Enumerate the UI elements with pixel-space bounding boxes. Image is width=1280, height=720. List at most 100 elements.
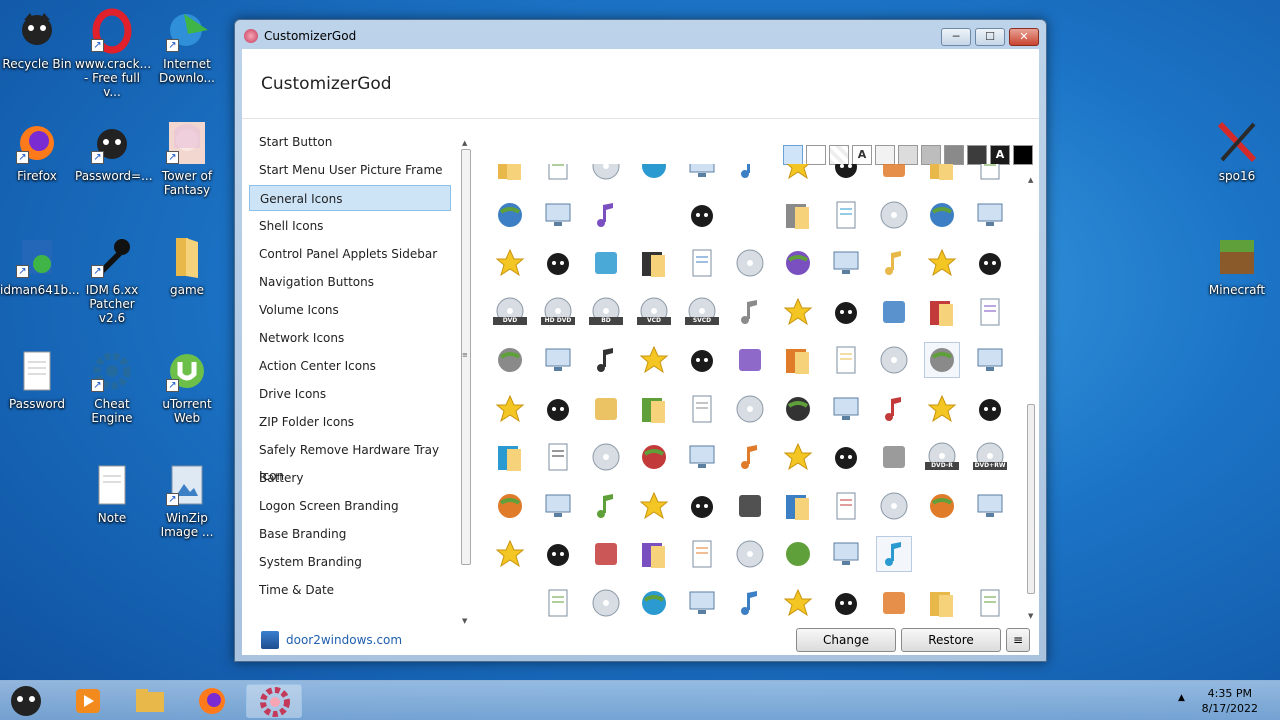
options-menu-button[interactable]: ≡ [1006, 628, 1030, 652]
globe-icon[interactable] [781, 392, 815, 426]
cat-icon[interactable] [541, 246, 575, 280]
globe-icon[interactable] [493, 198, 527, 232]
disc-icon[interactable] [733, 246, 767, 280]
cat-icon[interactable] [829, 295, 863, 329]
desktop-icon-internet-download[interactable]: ↗ Internet Downlo... [150, 8, 224, 85]
door2windows-link[interactable]: door2windows.com [286, 633, 402, 647]
disc-icon[interactable] [589, 440, 623, 474]
scroll-up-icon[interactable]: ▲ [462, 139, 467, 147]
monitor-icon[interactable] [685, 164, 719, 183]
swatch-gray-2[interactable] [921, 145, 941, 165]
desktop-icon-recycle-bin[interactable]: Recycle Bin [0, 8, 74, 71]
doc-icon[interactable] [829, 198, 863, 232]
nav-item-network-icons[interactable]: Network Icons [249, 325, 451, 351]
desktop-icon-idm-patcher[interactable]: ↗ IDM 6.xx Patcher v2.6 [75, 234, 149, 325]
desktop-icon-tower-of-fantasy[interactable]: ↗ Tower of Fantasy [150, 120, 224, 197]
start-button[interactable] [4, 684, 48, 718]
music-icon[interactable] [733, 295, 767, 329]
folder-icon[interactable] [925, 164, 959, 183]
music-icon[interactable] [733, 586, 767, 620]
star-icon[interactable] [493, 537, 527, 571]
music-icon[interactable] [589, 343, 623, 377]
doc-icon[interactable] [829, 343, 863, 377]
globe-icon[interactable] [637, 440, 671, 474]
monitor-icon[interactable] [541, 198, 575, 232]
desktop-icon-crack-link[interactable]: ↗ www.crack... - Free full v... [75, 8, 151, 99]
icon-grid-scrollbar[interactable] [1027, 404, 1035, 594]
disc-icon[interactable] [877, 343, 911, 377]
grid-scroll-up-icon[interactable]: ▲ [1028, 176, 1033, 184]
swatch-gray-1[interactable] [898, 145, 918, 165]
doc-icon[interactable] [685, 392, 719, 426]
grid-scroll-down-icon[interactable]: ▼ [1028, 612, 1033, 620]
globe-icon[interactable] [924, 342, 960, 378]
maximize-button[interactable]: ☐ [975, 28, 1005, 46]
music-icon[interactable] [589, 198, 623, 232]
taskbar-media-player[interactable] [60, 684, 116, 718]
folder-icon[interactable]: DVD [493, 295, 527, 329]
gear-icon[interactable] [877, 295, 911, 329]
monitor-icon[interactable] [829, 392, 863, 426]
doc-icon[interactable] [829, 489, 863, 523]
swatch-white[interactable] [806, 145, 826, 165]
desktop-icon-note[interactable]: Note [75, 462, 149, 525]
desktop-icon-spo16[interactable]: spo16 [1200, 120, 1274, 183]
disc-icon[interactable] [877, 198, 911, 232]
swatch-light-blue[interactable] [783, 145, 803, 165]
disc-icon[interactable] [589, 164, 623, 183]
doc-icon[interactable]: HD DVD [541, 295, 575, 329]
desktop-icon-firefox[interactable]: ↗ Firefox [0, 120, 74, 183]
doc-icon[interactable] [685, 537, 719, 571]
music-icon[interactable] [589, 489, 623, 523]
nav-item-system-branding[interactable]: System Branding [249, 549, 451, 575]
disc-icon[interactable] [733, 392, 767, 426]
star-icon[interactable] [781, 586, 815, 620]
cat-icon[interactable] [541, 537, 575, 571]
cat-icon[interactable] [685, 343, 719, 377]
swatch-checker[interactable] [829, 145, 849, 165]
system-clock[interactable]: 4:35 PM 8/17/2022 [1202, 686, 1258, 716]
show-hidden-icons-arrow[interactable]: ▲ [1178, 693, 1185, 703]
desktop-icon-minecraft[interactable]: Minecraft [1200, 234, 1274, 297]
nav-item-logon-screen-branding[interactable]: Logon Screen Branding [249, 493, 451, 519]
gear-icon[interactable] [877, 440, 911, 474]
globe-icon[interactable] [493, 489, 527, 523]
music-icon[interactable] [877, 246, 911, 280]
nav-item-drive-icons[interactable]: Drive Icons [249, 381, 451, 407]
disc-icon[interactable]: BD [589, 295, 623, 329]
taskbar-firefox[interactable] [184, 684, 240, 718]
folder-icon[interactable] [637, 392, 671, 426]
globe-icon[interactable] [493, 343, 527, 377]
monitor-icon[interactable] [685, 440, 719, 474]
music-icon[interactable] [733, 440, 767, 474]
cat-icon[interactable] [829, 440, 863, 474]
doc-icon[interactable] [541, 164, 575, 183]
folder-icon[interactable] [637, 537, 671, 571]
star-icon[interactable] [637, 489, 671, 523]
music-icon[interactable] [733, 164, 767, 183]
folder-icon[interactable] [781, 343, 815, 377]
desktop-icon-password-link[interactable]: ↗ Password=... [75, 120, 153, 183]
folder-icon[interactable] [781, 489, 815, 523]
globe-icon[interactable] [781, 246, 815, 280]
desktop-icon-utorrent[interactable]: ↗ uTorrent Web [150, 348, 224, 425]
doc-icon[interactable]: DVD+RW [973, 440, 1007, 474]
nav-item-base-branding[interactable]: Base Branding [249, 521, 451, 547]
nav-item-time-date[interactable]: Time & Date [249, 577, 451, 603]
nav-item-start-menu-user-picture-frame[interactable]: Start Menu User Picture Frame [249, 157, 451, 183]
monitor-icon[interactable] [973, 489, 1007, 523]
star-icon[interactable] [925, 246, 959, 280]
nav-item-safely-remove-hardware-tray-icon[interactable]: Safely Remove Hardware Tray Icon [249, 437, 451, 483]
globe-icon[interactable] [925, 489, 959, 523]
change-button[interactable]: Change [796, 628, 896, 652]
gear-icon[interactable] [733, 489, 767, 523]
folder-icon[interactable] [493, 164, 527, 183]
folder-icon[interactable] [925, 295, 959, 329]
cat-icon[interactable] [685, 489, 719, 523]
nav-item-volume-icons[interactable]: Volume Icons [249, 297, 451, 323]
monitor-icon[interactable] [829, 246, 863, 280]
cat-icon[interactable] [973, 392, 1007, 426]
close-button[interactable]: ✕ [1009, 28, 1039, 46]
folder-icon[interactable] [925, 586, 959, 620]
nav-item-battery[interactable]: Battery [249, 465, 451, 491]
